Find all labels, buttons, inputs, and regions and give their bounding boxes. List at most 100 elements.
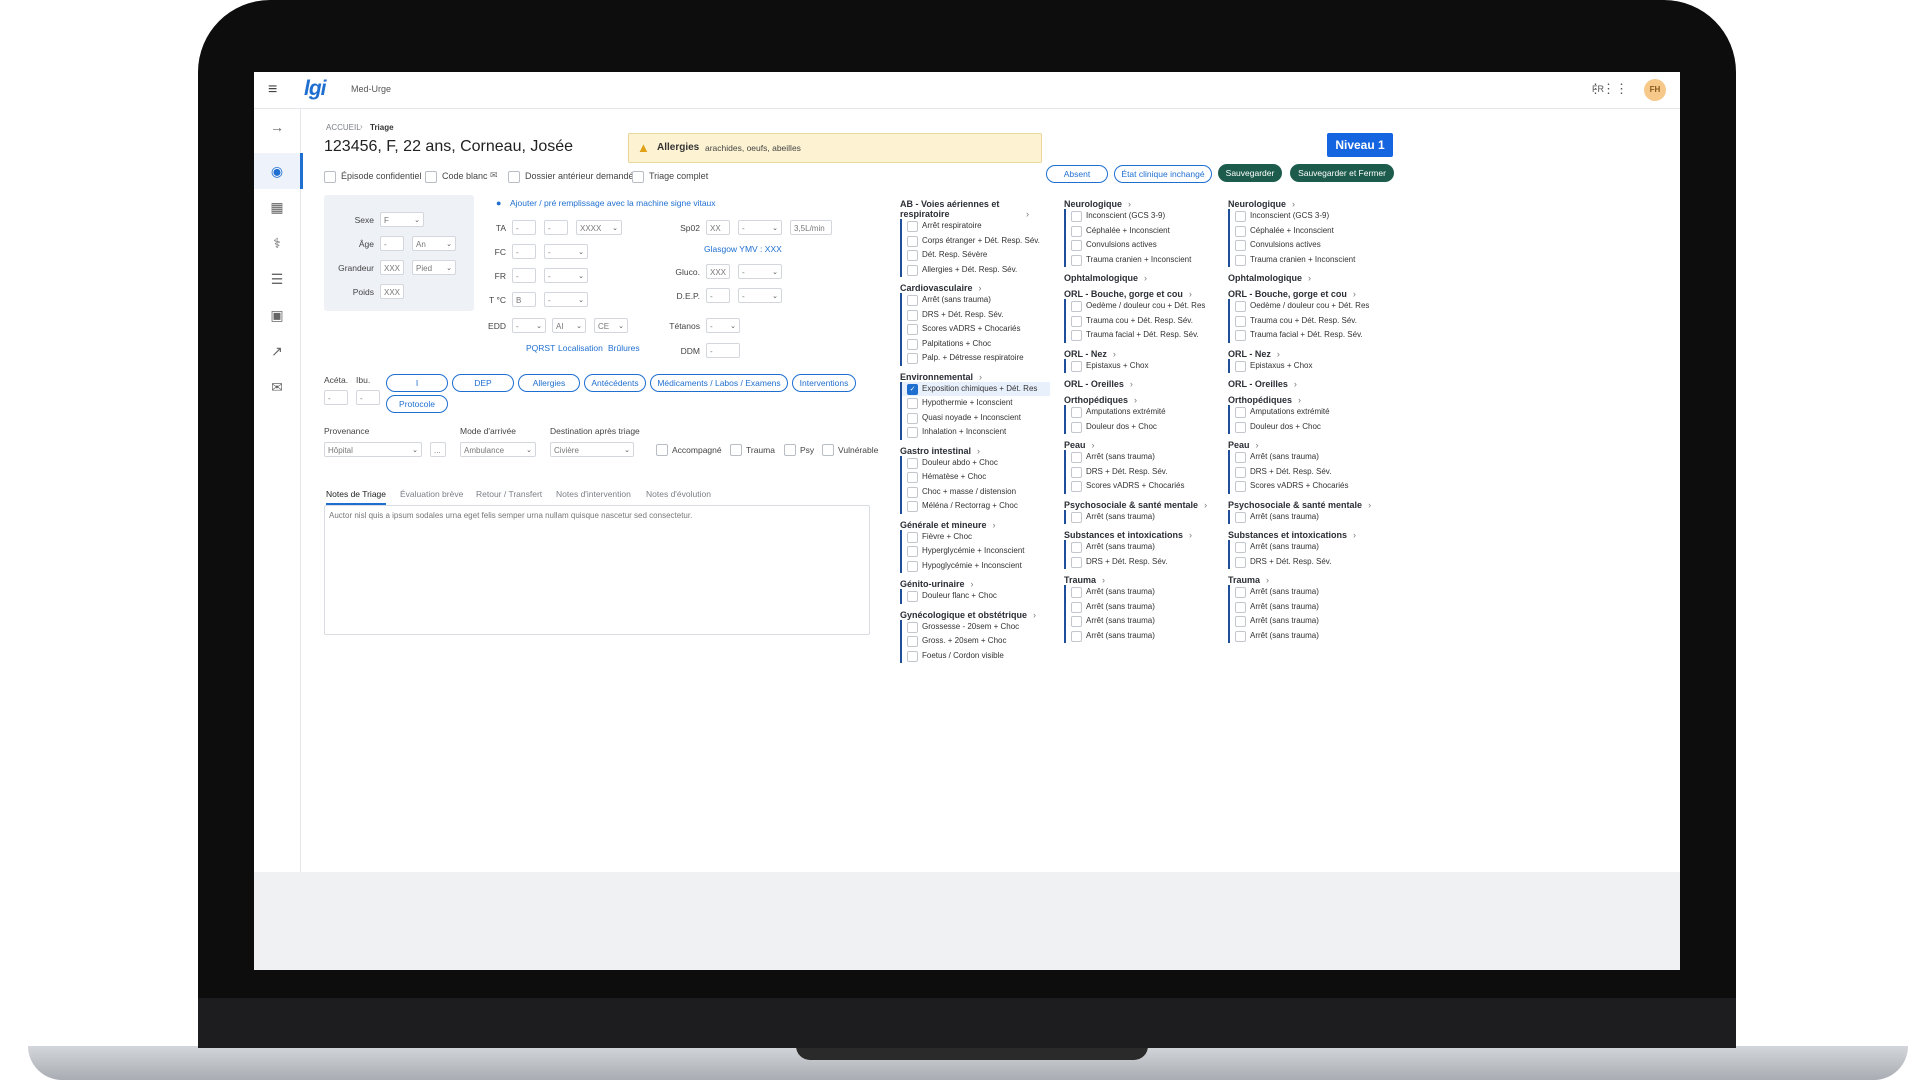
category-header[interactable]: Ophtalmologique › <box>1064 273 1220 283</box>
category-header[interactable]: AB - Voies aériennes et respiratoire › <box>900 199 1050 219</box>
fc-input[interactable]: - <box>512 244 536 259</box>
criteria-item[interactable]: Arrêt (sans trauma) <box>1228 509 1384 524</box>
lgi-logo[interactable]: lgi <box>304 77 326 101</box>
fc-select[interactable]: - ⌄ <box>544 244 588 259</box>
criteria-item[interactable]: Amputations extrémité <box>1064 405 1220 420</box>
menu-icon[interactable]: ≡ <box>268 81 277 99</box>
criteria-checkbox[interactable] <box>1235 254 1246 266</box>
criteria-checkbox[interactable] <box>907 264 918 276</box>
criteria-item[interactable]: Douleur abdo + Choc <box>900 455 1050 470</box>
brulures-link[interactable]: Brûlures <box>608 343 640 353</box>
criteria-checkbox[interactable] <box>907 309 918 321</box>
chevron-right-icon[interactable]: › <box>1292 199 1295 209</box>
criteria-item[interactable]: Trauma facial + Dét. Resp. Sév. <box>1064 328 1220 343</box>
criteria-item[interactable]: Arrêt (sans trauma) <box>1064 585 1220 600</box>
criteria-item[interactable]: Hypothermie + Iconscient <box>900 396 1050 411</box>
age-unit-select[interactable]: An ⌄ <box>412 236 456 251</box>
criteria-item[interactable]: Céphalée + Inconscient <box>1064 223 1220 238</box>
dep-select[interactable]: - ⌄ <box>738 288 782 303</box>
breadcrumb-home[interactable]: ACCUEIL <box>326 123 361 132</box>
criteria-item[interactable]: Trauma cou + Dét. Resp. Sév. <box>1064 313 1220 328</box>
temp-input[interactable]: B <box>512 292 536 307</box>
criteria-item[interactable]: Oedème / douleur cou + Dét. Res <box>1228 299 1384 314</box>
confidential-checkbox[interactable] <box>324 171 336 183</box>
criteria-item[interactable]: Allergies + Dét. Resp. Sév. <box>900 262 1050 277</box>
criteria-checkbox[interactable] <box>1071 211 1082 222</box>
chevron-right-icon[interactable]: › <box>1144 273 1147 283</box>
medicaments-button[interactable]: Médicaments / Labos / Examens <box>650 374 788 392</box>
criteria-checkbox[interactable] <box>907 621 918 633</box>
criteria-item[interactable]: Trauma cou + Dét. Resp. Sév. <box>1228 313 1384 328</box>
criteria-item[interactable]: Arrêt (sans trauma) <box>1064 509 1220 524</box>
criteria-checkbox[interactable] <box>1235 481 1246 492</box>
criteria-checkbox[interactable] <box>1235 542 1246 553</box>
criteria-item[interactable]: Quasi noyade + Inconscient <box>900 410 1050 425</box>
category-header[interactable]: Psychosociale & santé mentale › <box>1064 500 1220 510</box>
chevron-right-icon[interactable]: › <box>1368 500 1371 510</box>
category-header[interactable]: Trauma › <box>1064 575 1220 585</box>
chevron-right-icon[interactable]: › <box>977 446 980 456</box>
ddm-input[interactable]: - <box>706 343 740 358</box>
chevron-right-icon[interactable]: › <box>1204 500 1207 510</box>
chevron-right-icon[interactable]: › <box>1033 610 1036 620</box>
category-header[interactable]: Substances et intoxications › <box>1228 530 1384 540</box>
fr-select[interactable]: - ⌄ <box>544 268 588 283</box>
psy-checkbox[interactable] <box>784 444 796 456</box>
criteria-checkbox[interactable] <box>907 457 918 469</box>
criteria-item[interactable]: Inconscient (GCS 3-9) <box>1064 209 1220 224</box>
category-header[interactable]: ORL - Bouche, gorge et cou › <box>1064 289 1220 299</box>
criteria-checkbox[interactable] <box>1235 315 1246 327</box>
criteria-checkbox[interactable] <box>907 531 918 543</box>
prefill-link[interactable]: Ajouter / pré remplissage avec la machin… <box>510 198 716 208</box>
criteria-item[interactable]: Douleur flanc + Choc <box>900 589 1050 604</box>
criteria-item[interactable]: Amputations extrémité <box>1228 405 1384 420</box>
criteria-item[interactable]: ✓ Exposition chimiques + Dét. Res <box>900 381 1050 396</box>
criteria-item[interactable]: DRS + Dét. Resp. Sév. <box>900 307 1050 322</box>
chevron-right-icon[interactable]: › <box>1092 440 1095 450</box>
height-input[interactable]: XXX <box>380 260 404 275</box>
criteria-checkbox[interactable] <box>1235 421 1246 433</box>
criteria-checkbox[interactable] <box>1235 360 1246 372</box>
criteria-checkbox[interactable] <box>907 221 918 232</box>
criteria-item[interactable]: Corps étranger + Dét. Resp. Sév. <box>900 233 1050 248</box>
criteria-checkbox[interactable] <box>1235 630 1246 642</box>
criteria-checkbox[interactable] <box>1235 556 1246 568</box>
criteria-item[interactable]: DRS + Dét. Resp. Sév. <box>1228 464 1384 479</box>
chevron-right-icon[interactable]: › <box>1294 379 1297 389</box>
criteria-item[interactable]: Dét. Resp. Sévère <box>900 248 1050 263</box>
criteria-item[interactable]: Epistaxus + Chox <box>1228 358 1384 373</box>
ibu-input[interactable]: - <box>356 390 380 405</box>
category-header[interactable]: Orthopédiques › <box>1228 395 1384 405</box>
edd-select-1[interactable]: - ⌄ <box>512 318 546 333</box>
criteria-checkbox[interactable] <box>907 650 918 662</box>
criteria-item[interactable]: Arrêt (sans trauma) <box>1228 614 1384 629</box>
criteria-checkbox[interactable] <box>1071 254 1082 266</box>
category-header[interactable]: Peau › <box>1228 440 1384 450</box>
category-header[interactable]: ORL - Nez › <box>1228 349 1384 359</box>
criteria-checkbox[interactable] <box>907 324 918 335</box>
chevron-right-icon[interactable]: › <box>1308 273 1311 283</box>
category-header[interactable]: Psychosociale & santé mentale › <box>1228 500 1384 510</box>
criteria-checkbox[interactable] <box>1235 511 1246 523</box>
criteria-item[interactable]: Inhalation + Inconscient <box>900 425 1050 440</box>
criteria-item[interactable]: Convulsions actives <box>1228 238 1384 253</box>
criteria-item[interactable]: Trauma cranien + Inconscient <box>1064 252 1220 267</box>
code-blanc-checkbox[interactable] <box>425 171 437 183</box>
criteria-checkbox[interactable]: ✓ <box>907 383 918 395</box>
criteria-item[interactable]: Arrêt (sans trauma) <box>1064 540 1220 555</box>
tab-notes-intervention[interactable]: Notes d'intervention <box>556 489 631 499</box>
dossier-checkbox[interactable] <box>508 171 520 183</box>
weight-input[interactable]: XXX <box>380 284 404 299</box>
criteria-checkbox[interactable] <box>1071 481 1082 492</box>
criteria-checkbox[interactable] <box>907 338 918 350</box>
ta-input-2[interactable]: - <box>544 220 568 235</box>
criteria-item[interactable]: Arrêt (sans trauma) <box>1228 540 1384 555</box>
criteria-item[interactable]: Foetus / Cordon visible <box>900 648 1050 663</box>
criteria-checkbox[interactable] <box>1235 330 1246 341</box>
criteria-item[interactable]: Inconscient (GCS 3-9) <box>1228 209 1384 224</box>
mail-icon[interactable]: ✉ <box>490 170 498 181</box>
destination-select[interactable]: Civière ⌄ <box>550 442 634 457</box>
criteria-checkbox[interactable] <box>1235 301 1246 312</box>
provenance-select[interactable]: Hôpital ⌄ <box>324 442 422 457</box>
criteria-item[interactable]: Trauma facial + Dét. Resp. Sév. <box>1228 328 1384 343</box>
